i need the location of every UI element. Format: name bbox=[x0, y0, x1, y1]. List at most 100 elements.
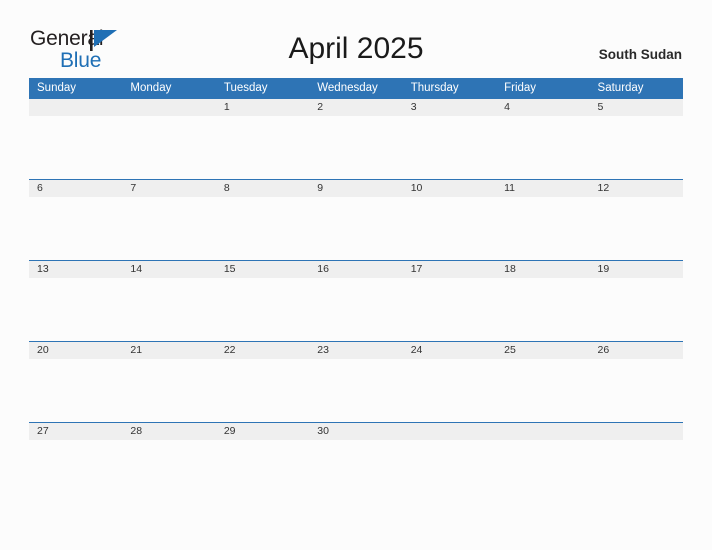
day-cell[interactable]: 3 bbox=[402, 98, 497, 179]
day-events[interactable] bbox=[496, 197, 589, 259]
day-cell[interactable]: 19 bbox=[589, 260, 683, 341]
region-label: South Sudan bbox=[598, 47, 682, 62]
day-events[interactable] bbox=[216, 359, 309, 421]
weekday-header-tuesday: Tuesday bbox=[215, 78, 310, 98]
day-events[interactable] bbox=[29, 440, 122, 502]
weekday-header-saturday: Saturday bbox=[589, 78, 683, 98]
day-cell[interactable]: 28 bbox=[122, 422, 216, 503]
day-events[interactable] bbox=[590, 278, 683, 340]
day-events[interactable] bbox=[309, 116, 402, 178]
day-events[interactable] bbox=[122, 359, 215, 421]
day-number bbox=[122, 99, 216, 116]
day-events[interactable] bbox=[216, 197, 309, 259]
day-cell[interactable]: 22 bbox=[215, 341, 310, 422]
day-cell[interactable] bbox=[29, 98, 123, 179]
day-cell[interactable]: 25 bbox=[496, 341, 590, 422]
day-events[interactable] bbox=[403, 359, 496, 421]
day-number: 28 bbox=[122, 423, 216, 440]
day-events[interactable] bbox=[309, 440, 402, 502]
day-number: 25 bbox=[496, 342, 590, 359]
day-cell[interactable] bbox=[496, 422, 590, 503]
day-events[interactable] bbox=[403, 278, 496, 340]
day-events[interactable] bbox=[216, 440, 309, 502]
day-cell[interactable]: 11 bbox=[496, 179, 590, 260]
day-events[interactable] bbox=[496, 116, 589, 178]
weekday-header-row: Sunday Monday Tuesday Wednesday Thursday… bbox=[29, 78, 683, 98]
day-events[interactable] bbox=[496, 359, 589, 421]
day-cell[interactable]: 29 bbox=[215, 422, 310, 503]
day-number: 12 bbox=[589, 180, 683, 197]
day-cell[interactable]: 5 bbox=[589, 98, 683, 179]
day-events[interactable] bbox=[29, 359, 122, 421]
day-cell[interactable]: 21 bbox=[122, 341, 216, 422]
day-cell[interactable]: 18 bbox=[496, 260, 590, 341]
day-number: 11 bbox=[496, 180, 590, 197]
day-cell[interactable]: 4 bbox=[496, 98, 590, 179]
day-cell[interactable]: 6 bbox=[29, 179, 123, 260]
day-events[interactable] bbox=[496, 440, 589, 502]
day-number: 21 bbox=[122, 342, 216, 359]
day-number: 14 bbox=[122, 261, 216, 278]
day-cell[interactable]: 17 bbox=[402, 260, 497, 341]
calendar-week-row: 1 2 3 4 5 bbox=[29, 98, 683, 179]
day-number: 22 bbox=[215, 342, 310, 359]
weekday-header-thursday: Thursday bbox=[402, 78, 497, 98]
day-events[interactable] bbox=[29, 197, 122, 259]
day-cell[interactable]: 24 bbox=[402, 341, 497, 422]
day-events[interactable] bbox=[403, 440, 496, 502]
day-events[interactable] bbox=[309, 278, 402, 340]
day-cell[interactable]: 26 bbox=[589, 341, 683, 422]
day-events[interactable] bbox=[403, 197, 496, 259]
month-calendar: Sunday Monday Tuesday Wednesday Thursday… bbox=[29, 78, 683, 503]
day-events[interactable] bbox=[309, 197, 402, 259]
day-cell[interactable]: 27 bbox=[29, 422, 123, 503]
day-events[interactable] bbox=[590, 116, 683, 178]
day-cell[interactable]: 16 bbox=[309, 260, 403, 341]
day-events[interactable] bbox=[29, 116, 122, 178]
day-events[interactable] bbox=[122, 197, 215, 259]
calendar-week-row: 20 21 22 23 24 25 26 bbox=[29, 341, 683, 422]
day-events[interactable] bbox=[122, 278, 215, 340]
day-cell[interactable]: 23 bbox=[309, 341, 403, 422]
day-cell[interactable] bbox=[589, 422, 683, 503]
day-events[interactable] bbox=[496, 278, 589, 340]
day-number: 23 bbox=[309, 342, 403, 359]
day-events[interactable] bbox=[122, 116, 215, 178]
day-cell[interactable]: 30 bbox=[309, 422, 403, 503]
day-number: 15 bbox=[215, 261, 310, 278]
day-number: 24 bbox=[402, 342, 497, 359]
day-cell[interactable]: 20 bbox=[29, 341, 123, 422]
day-number: 20 bbox=[29, 342, 123, 359]
day-cell[interactable]: 14 bbox=[122, 260, 216, 341]
day-events[interactable] bbox=[216, 278, 309, 340]
day-events[interactable] bbox=[590, 440, 683, 502]
weekday-header-monday: Monday bbox=[122, 78, 216, 98]
day-number: 2 bbox=[309, 99, 403, 116]
day-cell[interactable]: 12 bbox=[589, 179, 683, 260]
day-number: 1 bbox=[215, 99, 310, 116]
day-cell[interactable]: 13 bbox=[29, 260, 123, 341]
day-cell[interactable]: 2 bbox=[309, 98, 403, 179]
day-cell[interactable]: 9 bbox=[309, 179, 403, 260]
day-cell[interactable]: 8 bbox=[215, 179, 310, 260]
day-cell[interactable] bbox=[402, 422, 497, 503]
day-number: 26 bbox=[589, 342, 683, 359]
calendar-head: Sunday Monday Tuesday Wednesday Thursday… bbox=[29, 78, 683, 98]
day-events[interactable] bbox=[122, 440, 215, 502]
day-number: 29 bbox=[215, 423, 310, 440]
day-events[interactable] bbox=[403, 116, 496, 178]
day-cell[interactable]: 15 bbox=[215, 260, 310, 341]
day-events[interactable] bbox=[590, 197, 683, 259]
weekday-header-friday: Friday bbox=[496, 78, 590, 98]
day-cell[interactable] bbox=[122, 98, 216, 179]
day-events[interactable] bbox=[29, 278, 122, 340]
day-events[interactable] bbox=[216, 116, 309, 178]
day-number: 17 bbox=[402, 261, 497, 278]
day-cell[interactable]: 10 bbox=[402, 179, 497, 260]
day-events[interactable] bbox=[309, 359, 402, 421]
day-events[interactable] bbox=[590, 359, 683, 421]
calendar-week-row: 6 7 8 9 10 11 12 bbox=[29, 179, 683, 260]
day-cell[interactable]: 7 bbox=[122, 179, 216, 260]
day-cell[interactable]: 1 bbox=[215, 98, 310, 179]
day-number: 5 bbox=[589, 99, 683, 116]
